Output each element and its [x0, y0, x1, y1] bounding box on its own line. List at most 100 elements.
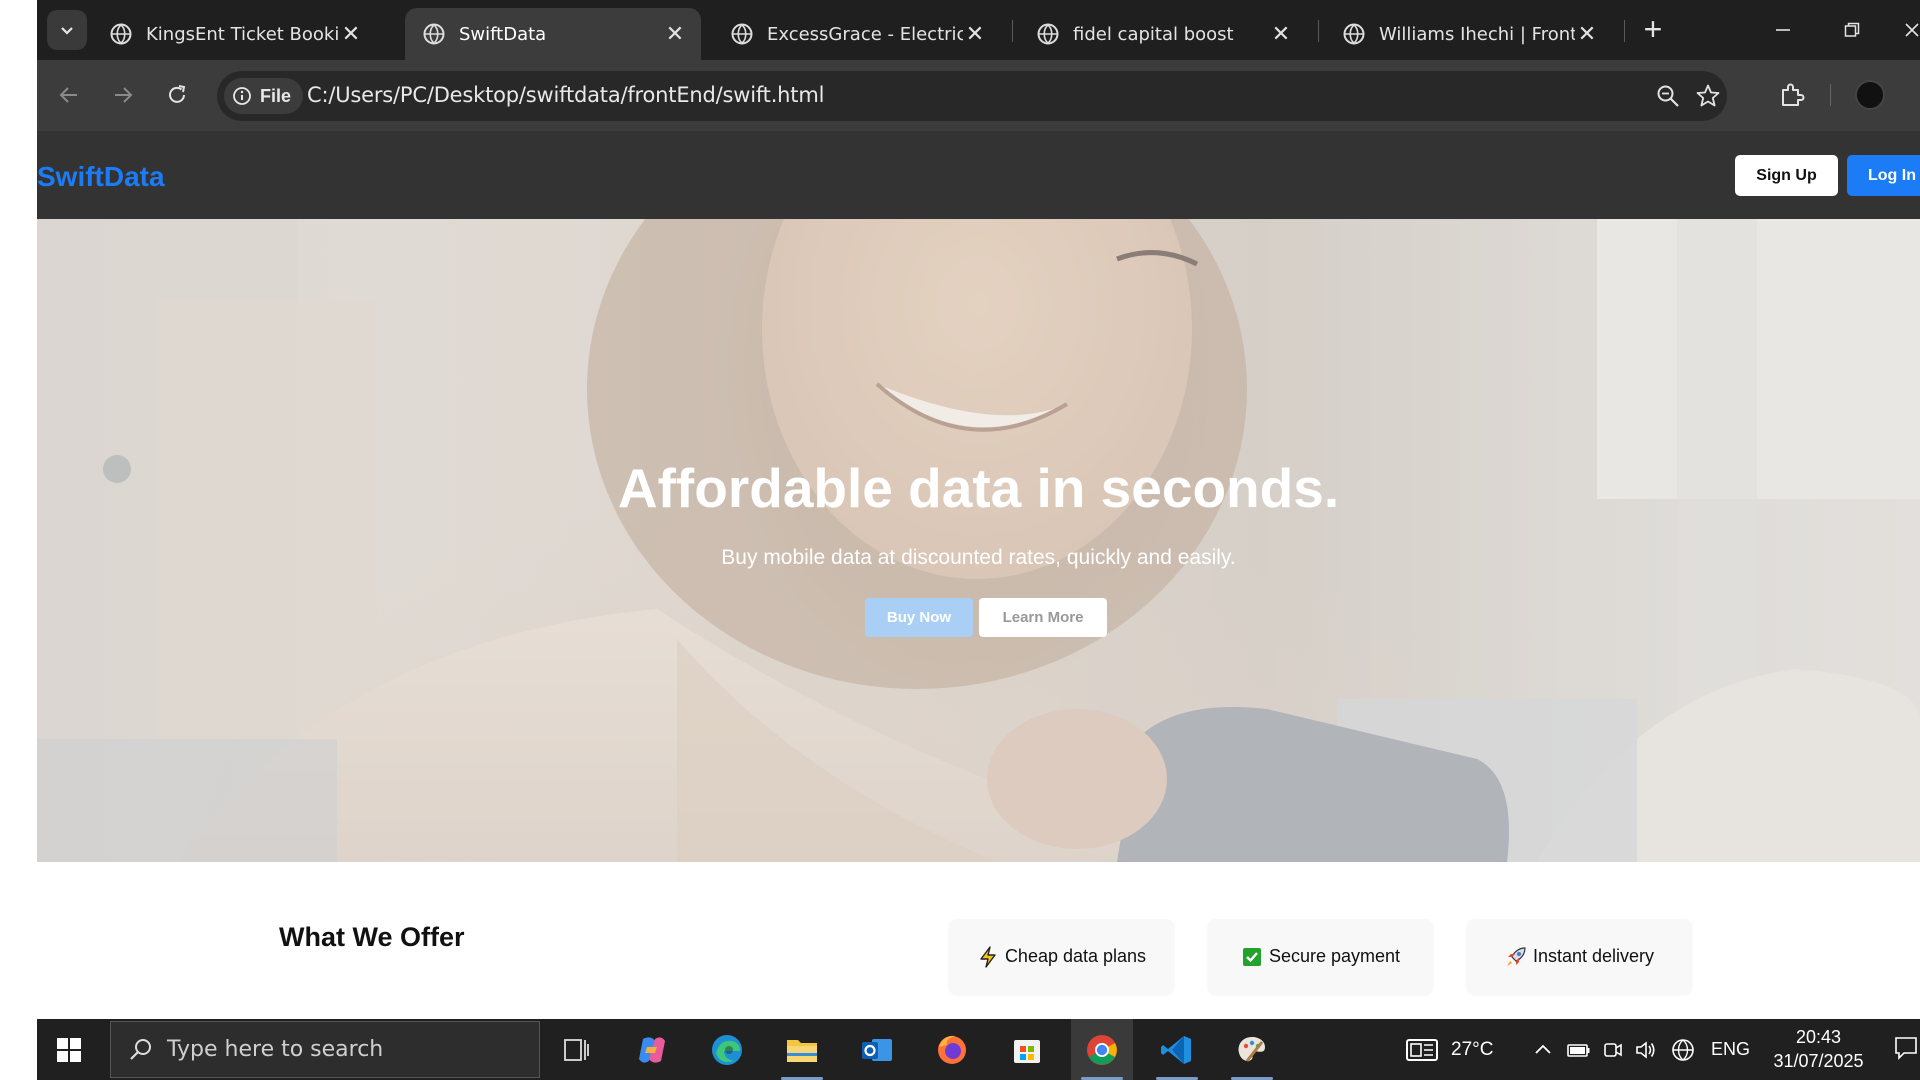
new-tab-button[interactable]: +	[1635, 12, 1671, 48]
login-button[interactable]: Log In	[1847, 155, 1920, 196]
microsoft-store-app[interactable]	[996, 1019, 1058, 1080]
bookmark-star-icon[interactable]	[1695, 83, 1721, 109]
globe-icon	[1343, 23, 1365, 45]
buy-now-button[interactable]: Buy Now	[865, 598, 973, 637]
edge-app[interactable]	[696, 1019, 758, 1080]
chevron-up-icon[interactable]	[1533, 1040, 1553, 1060]
network-globe-icon[interactable]	[1671, 1038, 1695, 1062]
offer-label: Instant delivery	[1532, 946, 1655, 966]
firefox-app[interactable]	[921, 1019, 983, 1080]
close-tab-icon[interactable]: ✕	[1269, 22, 1293, 47]
offers-heading: What We Offer	[279, 922, 465, 952]
site-info-chip[interactable]: File	[224, 78, 304, 114]
offer-card-secure: Secure payment	[1208, 919, 1433, 994]
meet-now-icon[interactable]	[1603, 1040, 1623, 1060]
clock-time: 20:43	[1795, 1027, 1842, 1047]
hero-title: Affordable data in seconds.	[617, 457, 1340, 519]
tab-excessgrace[interactable]: ExcessGrace - Electrical S ✕	[713, 8, 1001, 60]
tab-title: fidel capital boost	[1073, 23, 1234, 45]
check-box-icon	[1241, 946, 1263, 968]
scheme-label: File	[260, 85, 292, 106]
vscode-app[interactable]	[1146, 1019, 1208, 1080]
tab-search-button[interactable]	[47, 10, 87, 50]
tab-kingsent[interactable]: KingsEnt Ticket Booking ✕	[92, 8, 377, 60]
system-tray: ENG	[1533, 1019, 1750, 1080]
globe-icon	[423, 23, 445, 45]
reload-button[interactable]	[157, 75, 197, 115]
tab-swiftdata[interactable]: SwiftData ✕	[405, 8, 701, 60]
close-tab-icon[interactable]: ✕	[963, 22, 987, 47]
tab-fidel[interactable]: fidel capital boost ✕	[1019, 8, 1307, 60]
learn-more-button[interactable]: Learn More	[979, 598, 1107, 637]
site-logo[interactable]: SwiftData	[37, 161, 165, 193]
url-text[interactable]: C:/Users/PC/Desktop/swiftdata/frontEnd/s…	[307, 83, 824, 107]
task-view-icon	[564, 1038, 589, 1061]
hero-overlay	[37, 219, 1920, 862]
chrome-icon	[1087, 1034, 1117, 1065]
notifications-button[interactable]	[1894, 1035, 1918, 1066]
windows-logo-icon	[57, 1038, 81, 1062]
tab-title: Williams Ihechi | Front-En	[1379, 23, 1575, 45]
close-tab-icon[interactable]: ✕	[1575, 22, 1599, 47]
globe-icon	[731, 23, 753, 45]
globe-icon	[1037, 23, 1059, 45]
outlook-app[interactable]	[846, 1019, 908, 1080]
search-placeholder: Type here to search	[167, 1037, 384, 1062]
tab-title: KingsEnt Ticket Booking	[146, 23, 339, 45]
windows-taskbar: Type here to search 27°C ENG 20:43 31/07…	[37, 1019, 1920, 1080]
offer-label: Cheap data plans	[1004, 946, 1147, 966]
language-indicator[interactable]: ENG	[1711, 1039, 1750, 1060]
zoom-icon[interactable]	[1655, 83, 1681, 109]
paint-app[interactable]	[1221, 1019, 1283, 1080]
profile-avatar[interactable]	[1855, 80, 1885, 110]
firefox-icon	[938, 1035, 966, 1064]
forward-button[interactable]	[103, 75, 143, 115]
close-window-button[interactable]	[1877, 10, 1920, 50]
battery-icon[interactable]	[1567, 1040, 1591, 1060]
offers-section: What We Offer Cheap data plans Secure pa…	[37, 862, 1920, 1019]
minimize-button[interactable]	[1753, 10, 1813, 50]
tab-williams[interactable]: Williams Ihechi | Front-En ✕	[1325, 8, 1613, 60]
close-tab-icon[interactable]: ✕	[339, 22, 363, 47]
extensions-icon[interactable]	[1777, 80, 1807, 110]
back-button[interactable]	[49, 75, 89, 115]
tab-separator	[1012, 20, 1013, 42]
offer-card-delivery: Instant delivery	[1467, 919, 1692, 994]
toolbar-divider	[1830, 84, 1831, 106]
browser-tab-bar: KingsEnt Ticket Booking ✕ SwiftData ✕ Ex…	[37, 0, 1920, 60]
start-button[interactable]	[57, 1038, 81, 1067]
notification-icon	[1895, 1037, 1917, 1060]
globe-icon	[110, 23, 132, 45]
clock-date: 31/07/2025	[1773, 1051, 1864, 1071]
close-tab-icon[interactable]: ✕	[663, 22, 687, 47]
browser-toolbar: File C:/Users/PC/Desktop/swiftdata/front…	[37, 60, 1920, 131]
store-icon	[1014, 1039, 1040, 1063]
weather-widget[interactable]: 27°C	[1405, 1019, 1493, 1080]
outlook-icon	[862, 1038, 892, 1061]
offer-card-cheap: Cheap data plans	[949, 919, 1174, 994]
taskbar-clock[interactable]: 20:43 31/07/2025	[1766, 1025, 1871, 1073]
chrome-app[interactable]	[1071, 1019, 1133, 1080]
lightning-icon	[977, 945, 999, 968]
left-edge	[0, 0, 37, 1080]
info-icon	[233, 87, 251, 105]
hero-subtitle: Buy mobile data at discounted rates, qui…	[721, 546, 1236, 569]
copilot-app[interactable]	[621, 1019, 683, 1080]
rocket-icon	[1505, 946, 1527, 968]
tab-title: ExcessGrace - Electrical S	[767, 23, 963, 45]
paint-icon	[1238, 1036, 1265, 1062]
offer-label: Secure payment	[1268, 946, 1401, 966]
volume-icon[interactable]	[1635, 1040, 1657, 1060]
copilot-icon	[639, 1036, 665, 1063]
site-header: SwiftData Sign Up Log In	[37, 131, 1920, 219]
file-explorer-app[interactable]	[771, 1019, 833, 1080]
task-view-button[interactable]	[545, 1019, 607, 1080]
restore-button[interactable]	[1822, 10, 1882, 50]
vscode-icon	[1161, 1035, 1191, 1064]
news-icon	[1406, 1038, 1438, 1061]
address-bar[interactable]: File C:/Users/PC/Desktop/swiftdata/front…	[217, 71, 1727, 121]
search-icon	[130, 1038, 151, 1060]
folder-icon	[787, 1039, 817, 1062]
signup-button[interactable]: Sign Up	[1735, 155, 1838, 196]
taskbar-search-box[interactable]: Type here to search	[110, 1021, 540, 1078]
